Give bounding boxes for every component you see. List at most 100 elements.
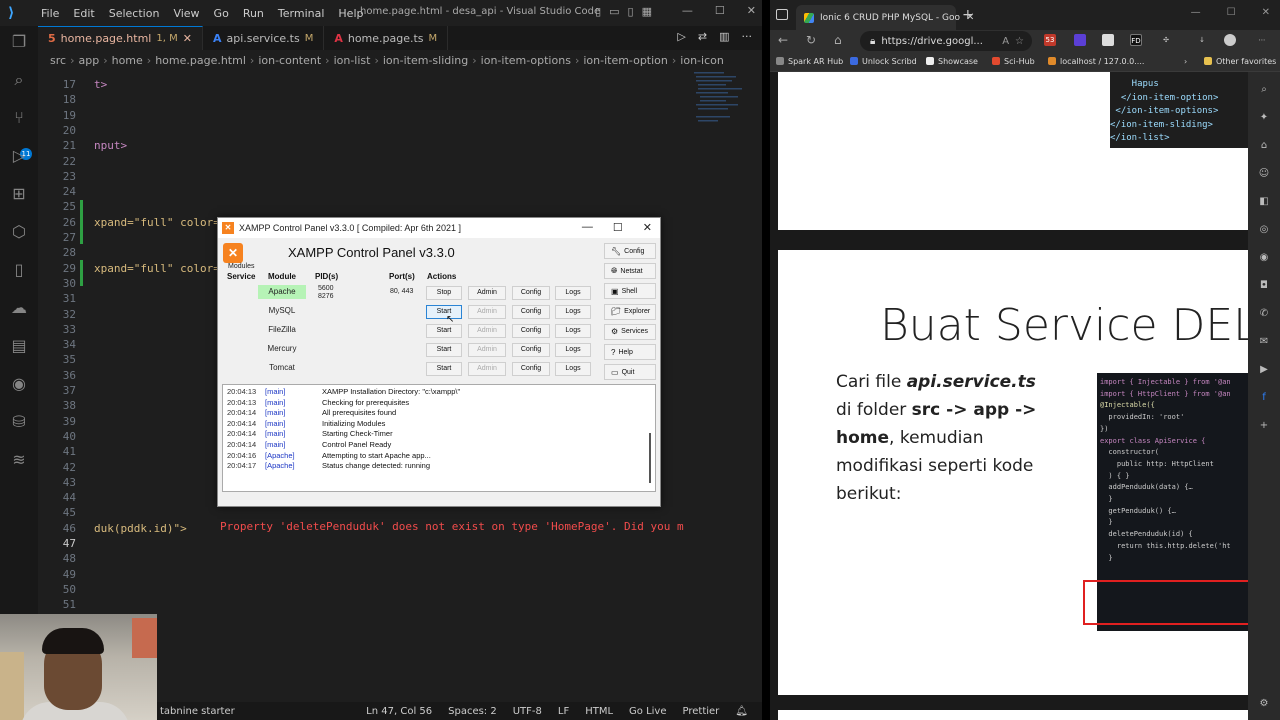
mysql-admin-button[interactable]: Admin [468,305,506,319]
new-tab-button[interactable]: + [962,7,974,23]
slides-viewer[interactable]: Hapus </ion-item-option> </ion-item-opti… [770,72,1248,720]
log-scrollbar[interactable] [649,433,651,483]
address-bar[interactable]: 🔒︎ https://drive.googl... A ☆ [860,31,1032,51]
mercury-start-button[interactable]: Start [426,343,462,357]
extension-white-icon[interactable] [1102,34,1114,46]
xampp-maximize-button[interactable]: ☐ [613,221,623,234]
tabnine-status[interactable]: tabnine starter [160,706,235,717]
compare-icon[interactable]: ⇄ [698,30,707,43]
sidebar-whatsapp-icon[interactable]: ✆ [1258,308,1270,320]
more-actions-icon[interactable]: ··· [742,30,753,43]
menu-item-terminal[interactable]: Terminal [271,7,332,20]
customize-layout-icon[interactable]: ▦ [642,5,652,18]
sidebar-add-icon[interactable]: + [1258,420,1270,432]
source-control-icon[interactable]: ⑂ [9,108,29,128]
notebook-icon[interactable]: ▤ [9,336,29,356]
bookmark-item[interactable]: Sci-Hub [992,57,1035,66]
reload-icon[interactable]: ↻ [806,33,816,47]
go-live-button[interactable]: Go Live [629,706,666,717]
bookmark-item[interactable]: Unlock Scribd [850,57,917,66]
other-favorites[interactable]: Other favorites [1204,57,1276,66]
xampp-close-button[interactable]: ✕ [643,221,652,234]
sidebar-tools-icon[interactable]: ✦ [1258,112,1270,124]
sidebar-settings-icon[interactable]: ⚙ [1258,698,1270,710]
apache-config-button[interactable]: Config [512,286,550,300]
bookmark-item[interactable]: Showcase [926,57,978,66]
home-icon[interactable]: ⌂ [834,33,842,47]
extensions-icon[interactable]: ⊞ [9,184,29,204]
maximize-button[interactable]: ☐ [715,4,725,17]
menu-item-edit[interactable]: Edit [66,7,101,20]
sidebar-instagram-icon[interactable]: ◘ [1258,280,1270,292]
breadcrumb-item[interactable]: app [78,54,99,67]
split-editor-icon[interactable]: ▥ [719,30,729,43]
editor-tab[interactable]: 5 home.page.html 1, M ✕ [38,26,203,50]
toggle-secondary-sidebar-icon[interactable]: ▯ [628,5,634,18]
end-of-line[interactable]: LF [558,706,569,717]
tomcat-logs-button[interactable]: Logs [555,362,591,376]
minimap[interactable] [692,70,752,150]
search-icon[interactable]: ⌕ [9,70,29,90]
breadcrumb-item[interactable]: ion-item-sliding [383,54,468,67]
mercury-logs-button[interactable]: Logs [555,343,591,357]
tomcat-start-button[interactable]: Start [426,362,462,376]
sidebar-spotify-icon[interactable]: ◉ [1258,252,1270,264]
sidebar-gmail-icon[interactable]: ✉ [1258,336,1270,348]
filezilla-start-button[interactable]: Start [426,324,462,338]
filezilla-logs-button[interactable]: Logs [555,324,591,338]
run-debug-icon[interactable]: ▷ [9,146,29,166]
tomcat-config-button[interactable]: Config [512,362,550,376]
prettier-status[interactable]: Prettier [683,706,720,717]
menu-item-view[interactable]: View [166,7,206,20]
sidebar-games-icon[interactable]: ☺ [1258,168,1270,180]
browser-minimize-button[interactable]: — [1191,7,1201,18]
services-button[interactable]: ⚙ Services [604,323,656,340]
breadcrumb-item[interactable]: ion-icon [680,54,724,67]
netstat-button[interactable]: 🌐︎ Netstat [604,263,656,280]
layers-icon[interactable]: ≋ [9,450,29,470]
browser-menu-icon[interactable]: ⋯ [1256,34,1268,46]
sidebar-youtube-icon[interactable]: ▶ [1258,364,1270,376]
extension-purple-icon[interactable] [1074,34,1086,46]
minimize-button[interactable]: — [682,4,693,17]
quit-button[interactable]: ▭ Quit [604,364,656,381]
read-aloud-icon[interactable]: A [1002,36,1009,47]
close-button[interactable]: ✕ [747,4,756,17]
mercury-admin-button[interactable]: Admin [468,343,506,357]
cursor-position[interactable]: Ln 47, Col 56 [366,706,432,717]
sidebar-search-icon[interactable]: ⌕ [1258,84,1270,96]
sidebar-office-icon[interactable]: ◧ [1258,196,1270,208]
bookmark-item[interactable]: Spark AR Hub [776,57,843,66]
gitlens-icon[interactable]: ◉ [9,374,29,394]
help-button[interactable]: ? Help [604,344,656,360]
close-tab-icon[interactable]: ✕ [183,32,192,45]
breadcrumb-item[interactable]: home.page.html [155,54,246,67]
run-icon[interactable]: ▷ [677,30,685,43]
filezilla-admin-button[interactable]: Admin [468,324,506,338]
config-button[interactable]: 🔧︎ Config [604,243,656,259]
extension-adblock-icon[interactable]: 53 [1044,34,1056,46]
explorer-button[interactable]: 📁︎ Explorer [604,303,656,320]
apache-stop-button[interactable]: Stop [426,286,462,300]
remote-explorer-icon[interactable]: ⬡ [9,222,29,242]
indentation[interactable]: Spaces: 2 [448,706,497,717]
menu-item-file[interactable]: File [34,7,66,20]
favorite-icon[interactable]: ☆ [1015,36,1024,47]
downloads-icon[interactable]: ↓ [1196,34,1208,46]
browser-close-button[interactable]: ✕ [1262,7,1270,18]
docker-icon[interactable]: ☁ [9,298,29,318]
breadcrumb-item[interactable]: ion-item-option [583,54,668,67]
extensions-puzzle-icon[interactable]: ✣ [1160,34,1172,46]
bookmarks-more-icon[interactable]: › [1184,57,1187,66]
apache-logs-button[interactable]: Logs [555,286,591,300]
breadcrumb-item[interactable]: src [50,54,66,67]
encoding[interactable]: UTF-8 [513,706,542,717]
notifications-icon[interactable]: 🔔︎ [735,706,748,717]
menu-item-go[interactable]: Go [207,7,236,20]
shell-button[interactable]: ▣ Shell [604,283,656,300]
apache-admin-button[interactable]: Admin [468,286,506,300]
device-icon[interactable]: ▯ [9,260,29,280]
breadcrumb-item[interactable]: ion-item-options [481,54,571,67]
mysql-start-button[interactable]: Start [426,305,462,319]
browser-maximize-button[interactable]: ☐ [1227,7,1236,18]
